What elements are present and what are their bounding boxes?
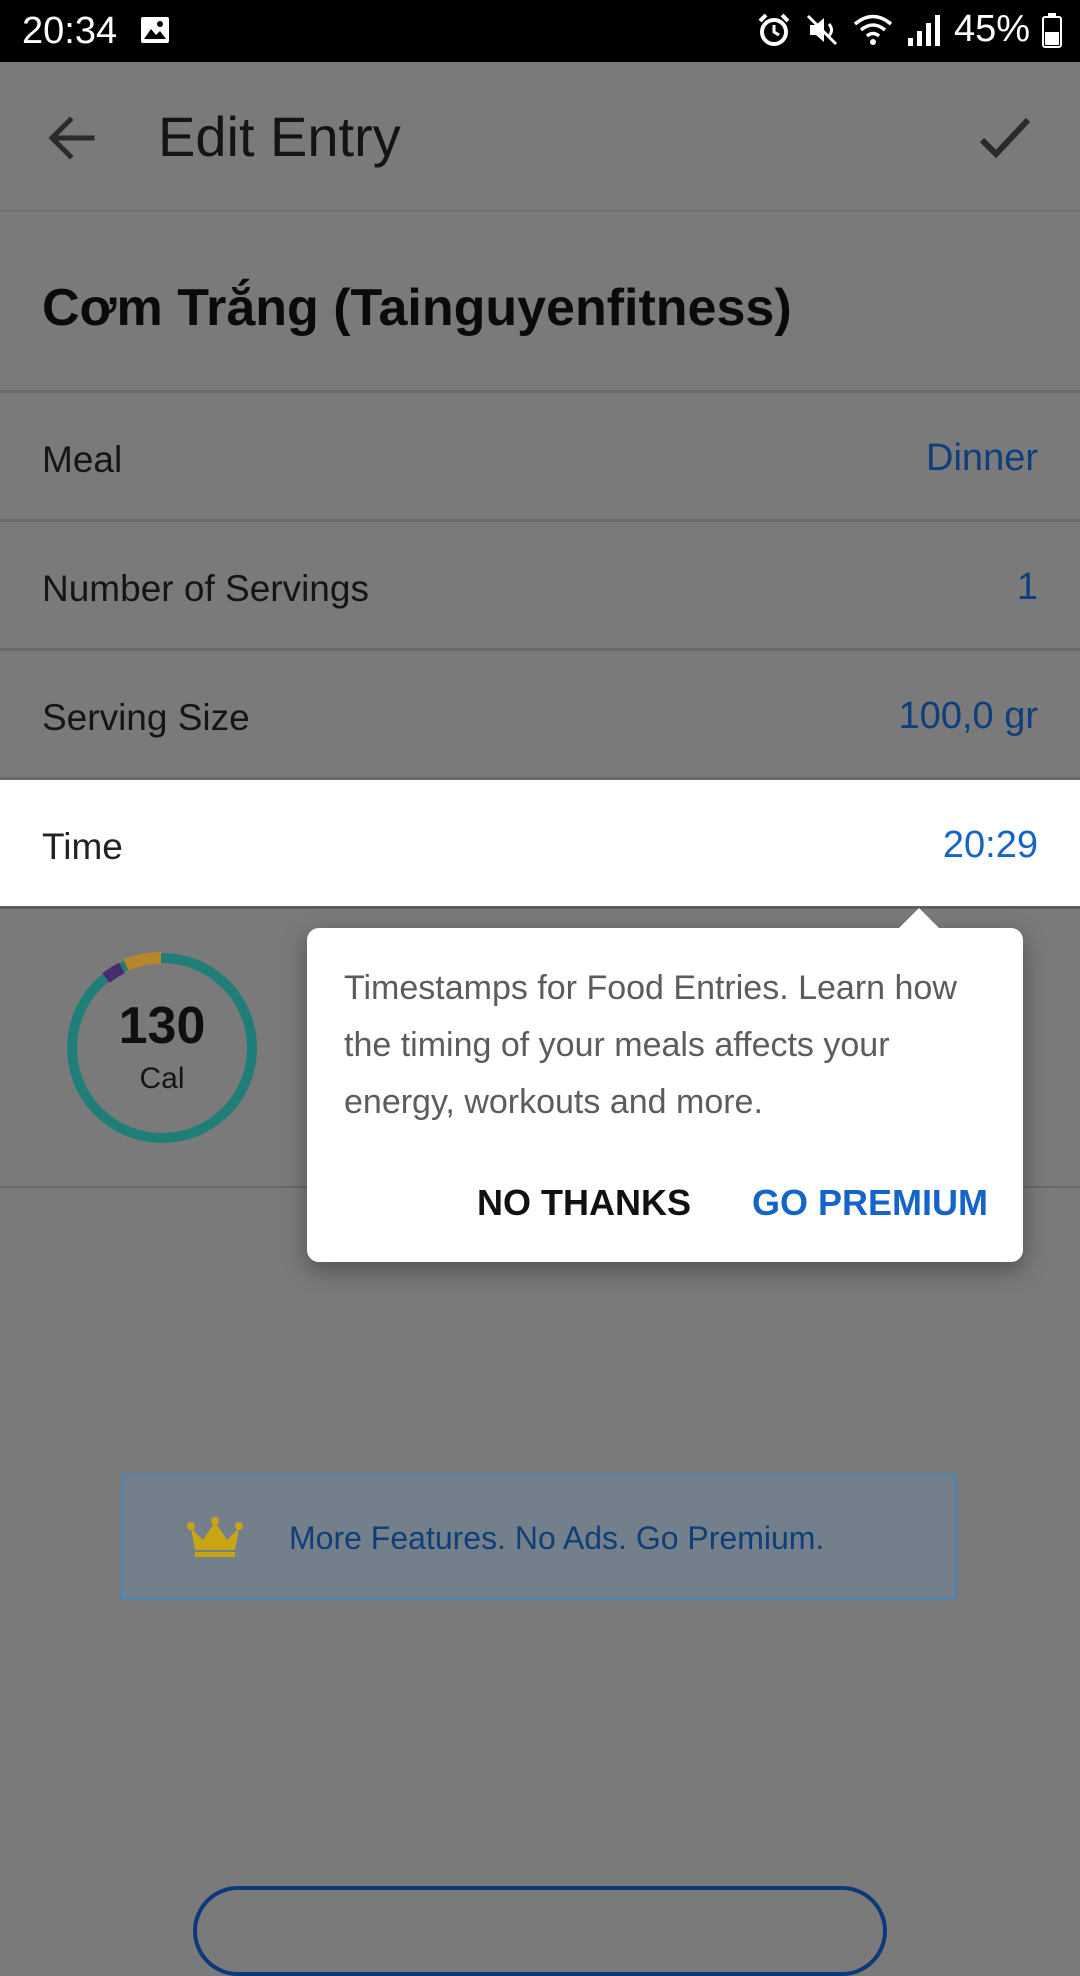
meal-row[interactable]: Meal Dinner <box>0 393 1080 522</box>
food-name: Cơm Trắng (Tainguyenfitness) <box>42 279 792 337</box>
no-thanks-button[interactable]: NO THANKS <box>477 1182 691 1224</box>
wifi-icon <box>853 14 893 45</box>
serving-size-value[interactable]: 100,0 gr <box>899 695 1038 738</box>
servings-row[interactable]: Number of Servings 1 <box>0 522 1080 651</box>
arrow-left-icon[interactable] <box>44 110 100 166</box>
crown-icon <box>187 1517 243 1557</box>
calories-value: 130 <box>118 997 206 1055</box>
premium-banner[interactable]: More Features. No Ads. Go Premium. <box>121 1474 957 1600</box>
premium-banner-text: More Features. No Ads. Go Premium. <box>289 1520 825 1556</box>
go-premium-button[interactable]: GO PREMIUM <box>752 1182 988 1224</box>
image-icon <box>141 17 169 43</box>
time-value[interactable]: 20:29 <box>943 824 1038 867</box>
battery-icon <box>1042 12 1062 48</box>
status-time: 20:34 <box>22 10 118 52</box>
food-title-row: Cơm Trắng (Tainguyenfitness) <box>0 212 1080 393</box>
tooltip-message: Timestamps for Food Entries. Learn how t… <box>344 969 957 1121</box>
meal-value[interactable]: Dinner <box>926 437 1038 480</box>
bottom-action-button[interactable] <box>193 1886 887 1976</box>
page-title: Edit Entry <box>158 105 401 168</box>
calories-unit: Cal <box>139 1062 185 1095</box>
servings-value[interactable]: 1 <box>1017 566 1038 609</box>
app-bar: Edit Entry <box>0 62 1080 212</box>
serving-size-label: Serving Size <box>42 697 250 738</box>
tooltip-arrow <box>897 908 941 930</box>
time-row[interactable]: Time 20:29 <box>0 780 1080 909</box>
premium-tooltip: Timestamps for Food Entries. Learn how t… <box>307 908 1023 1262</box>
battery-percent: 45% <box>953 8 1030 50</box>
status-icons: 45% <box>756 8 1062 51</box>
status-bar: 20:34 45% <box>0 0 1080 62</box>
meal-label: Meal <box>42 439 123 480</box>
serving-size-row[interactable]: Serving Size 100,0 gr <box>0 651 1080 780</box>
ring-segment-orange <box>123 951 162 971</box>
alarm-icon <box>758 13 790 46</box>
mute-icon <box>806 14 837 45</box>
time-label: Time <box>42 826 123 867</box>
ring-segment-purple <box>102 962 125 983</box>
servings-label: Number of Servings <box>42 568 369 609</box>
signal-icon <box>907 14 940 46</box>
check-icon[interactable] <box>976 110 1034 166</box>
